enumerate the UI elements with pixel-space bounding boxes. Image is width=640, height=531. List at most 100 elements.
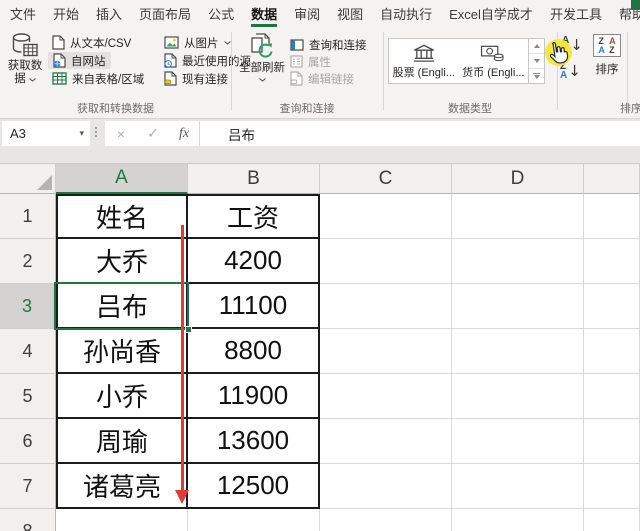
tab-6[interactable]: 审阅 — [294, 0, 320, 27]
cell-E2[interactable] — [584, 239, 640, 284]
row-header-6[interactable]: 6 — [0, 419, 56, 464]
tab-5[interactable]: 数据 — [251, 0, 277, 27]
queries-connections-button[interactable]: 查询和连接 — [290, 36, 367, 53]
cell-C1[interactable] — [320, 194, 452, 239]
cell-D2[interactable] — [452, 239, 584, 284]
cell-C2[interactable] — [320, 239, 452, 284]
cell-E6[interactable] — [584, 419, 640, 464]
name-box-dropdown-icon[interactable]: ▾ — [79, 128, 84, 139]
cell-C7[interactable] — [320, 464, 452, 509]
column-header-B[interactable]: B — [188, 164, 320, 194]
cell-A2[interactable]: 大乔 — [56, 239, 188, 284]
cell-B5[interactable]: 11900 — [188, 374, 320, 419]
cell-E5[interactable] — [584, 374, 640, 419]
cell-E3[interactable] — [584, 284, 640, 329]
cell-B7[interactable]: 12500 — [188, 464, 320, 509]
down-arrow-icon: ↓ — [568, 62, 581, 80]
triangle-down-icon — [534, 59, 540, 63]
sort-dialog-button[interactable]: ZA AZ 排序 — [588, 34, 626, 77]
tab-9[interactable]: Excel自学成才 — [449, 0, 533, 27]
fill-handle[interactable] — [185, 326, 192, 333]
cell-D3[interactable] — [452, 284, 584, 329]
cell-B6[interactable]: 13600 — [188, 419, 320, 464]
tab-10[interactable]: 开发工具 — [550, 0, 602, 27]
cell-D1[interactable] — [452, 194, 584, 239]
cell-C6[interactable] — [320, 419, 452, 464]
filter-button[interactable]: 筛选 — [631, 35, 640, 84]
row-header-2[interactable]: 2 — [0, 239, 56, 284]
cell-E1[interactable] — [584, 194, 640, 239]
cell-B1[interactable]: 工资 — [188, 194, 320, 239]
tab-4[interactable]: 公式 — [208, 0, 234, 27]
cell-D4[interactable] — [452, 329, 584, 374]
tab-8[interactable]: 自动执行 — [380, 0, 432, 27]
name-box[interactable]: A3 ▾ — [2, 121, 90, 146]
cell-A4[interactable]: 孙尚香 — [56, 329, 188, 374]
cell-D8[interactable] — [452, 509, 584, 531]
row-header-5[interactable]: 5 — [0, 374, 56, 419]
row-header-8[interactable]: 8 — [0, 509, 56, 531]
cell-B8[interactable] — [188, 509, 320, 531]
row-header-7[interactable]: 7 — [0, 464, 56, 509]
formula-input[interactable]: 吕布 — [200, 124, 255, 144]
tab-3[interactable]: 页面布局 — [139, 0, 191, 27]
get-data-label-2: 据 — [14, 73, 26, 86]
cell-B2[interactable]: 4200 — [188, 239, 320, 284]
column-header-D[interactable]: D — [452, 164, 584, 194]
cell-A8[interactable] — [56, 509, 188, 531]
chevron-down-icon — [259, 78, 266, 82]
gallery-scroll-up-button[interactable] — [529, 39, 544, 54]
formula-grid-gap — [0, 148, 640, 163]
connections-icon — [164, 71, 177, 86]
row-header-3[interactable]: 3 — [0, 284, 56, 329]
name-box-value: A3 — [10, 126, 26, 141]
column-header-A[interactable]: A — [56, 164, 188, 194]
formula-bar: A3 ▾ × ✓ fx 吕布 — [0, 119, 640, 148]
more-line-icon — [533, 73, 540, 75]
column-header-E[interactable] — [584, 164, 640, 194]
column-header-C[interactable]: C — [320, 164, 452, 194]
insert-function-icon[interactable]: fx — [169, 126, 199, 142]
from-picture-button[interactable]: 从图片 — [164, 34, 231, 51]
triangle-up-icon — [534, 44, 540, 48]
existing-connections-button[interactable]: 现有连接 — [164, 70, 228, 87]
select-all-corner[interactable] — [0, 164, 56, 194]
from-text-csv-button[interactable]: 从文本/CSV — [52, 34, 131, 51]
tab-7[interactable]: 视图 — [337, 0, 363, 27]
formula-bar-resizer[interactable] — [95, 127, 97, 137]
cell-D5[interactable] — [452, 374, 584, 419]
cell-A5[interactable]: 小乔 — [56, 374, 188, 419]
cancel-icon[interactable]: × — [105, 126, 137, 142]
cell-D6[interactable] — [452, 419, 584, 464]
cell-B4[interactable]: 8800 — [188, 329, 320, 374]
currency-data-type-button[interactable]: 货币 (Engli... — [459, 39, 529, 83]
enter-icon[interactable]: ✓ — [137, 125, 169, 142]
cell-C4[interactable] — [320, 329, 452, 374]
cell-A7[interactable]: 诸葛亮 — [56, 464, 188, 509]
refresh-all-button[interactable]: 全部刷新 — [236, 32, 288, 82]
properties-button[interactable]: 属性 — [290, 53, 331, 70]
stocks-data-type-button[interactable]: 股票 (Engli... — [389, 39, 459, 83]
cell-C8[interactable] — [320, 509, 452, 531]
from-web-button[interactable]: 自网站 — [48, 52, 111, 69]
get-data-button[interactable]: 获取数 据 — [2, 32, 48, 86]
tab-1[interactable]: 开始 — [53, 0, 79, 27]
cell-A1[interactable]: 姓名 — [56, 194, 188, 239]
tab-0[interactable]: 文件 — [10, 0, 36, 27]
cell-C3[interactable] — [320, 284, 452, 329]
cell-D7[interactable] — [452, 464, 584, 509]
tab-2[interactable]: 插入 — [96, 0, 122, 27]
cell-C5[interactable] — [320, 374, 452, 419]
gallery-more-button[interactable] — [529, 69, 544, 83]
cell-A6[interactable]: 周瑜 — [56, 419, 188, 464]
cell-E8[interactable] — [584, 509, 640, 531]
edit-links-button[interactable]: 编辑链接 — [290, 70, 354, 87]
from-table-range-button[interactable]: 来自表格/区域 — [52, 70, 144, 87]
cell-E7[interactable] — [584, 464, 640, 509]
cell-E4[interactable] — [584, 329, 640, 374]
row-header-4[interactable]: 4 — [0, 329, 56, 374]
gallery-scroll-down-button[interactable] — [529, 54, 544, 69]
row-header-1[interactable]: 1 — [0, 194, 56, 239]
cell-B3[interactable]: 11100 — [188, 284, 320, 329]
properties-label: 属性 — [308, 54, 331, 70]
